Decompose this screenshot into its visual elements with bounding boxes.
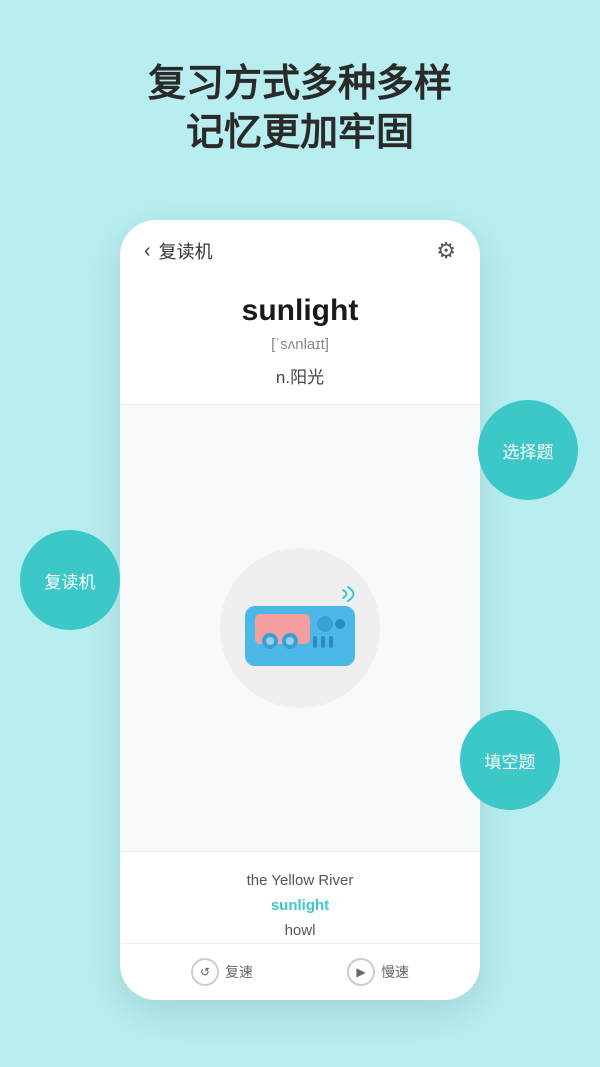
phone-mockup: ‹ 复读机 ⚙ sunlight [ˈsʌnlaɪt] n.阳光 (120, 220, 480, 1000)
word-english: sunlight (144, 294, 456, 328)
replay-button[interactable]: ↺ 复速 (191, 958, 253, 986)
header-line2: 记忆更加牢固 (0, 109, 600, 158)
play-button[interactable]: ▶ 慢速 (347, 958, 409, 986)
tape-circle (220, 548, 380, 708)
replay-icon: ↺ (191, 958, 219, 986)
word-list: the Yellow River sunlight howl (120, 851, 480, 943)
bottom-actions: ↺ 复速 ▶ 慢速 (120, 943, 480, 1000)
word-list-item-highlighted: sunlight (120, 893, 480, 918)
play-icon: ▶ (347, 958, 375, 986)
tiankongti-bubble[interactable]: 填空题 (460, 710, 560, 810)
word-phonetic: [ˈsʌnlaɪt] (144, 336, 456, 353)
tape-section (120, 405, 480, 851)
xuanzeti-bubble[interactable]: 选择题 (478, 400, 578, 500)
word-section: sunlight [ˈsʌnlaɪt] n.阳光 (120, 274, 480, 405)
play-label: 慢速 (381, 962, 409, 982)
replay-label: 复速 (225, 962, 253, 982)
fuzhuji-bubble[interactable]: 复读机 (20, 530, 120, 630)
word-list-item: howl (120, 918, 480, 943)
header-line1: 复习方式多种多样 (0, 60, 600, 109)
back-arrow-icon: ‹ (144, 240, 151, 263)
back-button[interactable]: ‹ 复读机 (144, 238, 213, 264)
word-list-item: the Yellow River (120, 868, 480, 893)
settings-icon[interactable]: ⚙ (436, 238, 456, 264)
word-meaning: n.阳光 (144, 363, 456, 388)
header-section: 复习方式多种多样 记忆更加牢固 (0, 0, 600, 189)
topbar-title: 复读机 (159, 238, 213, 264)
tape-recorder-icon (235, 586, 365, 671)
phone-card: ‹ 复读机 ⚙ sunlight [ˈsʌnlaɪt] n.阳光 (120, 220, 480, 1000)
top-bar: ‹ 复读机 ⚙ (120, 220, 480, 274)
